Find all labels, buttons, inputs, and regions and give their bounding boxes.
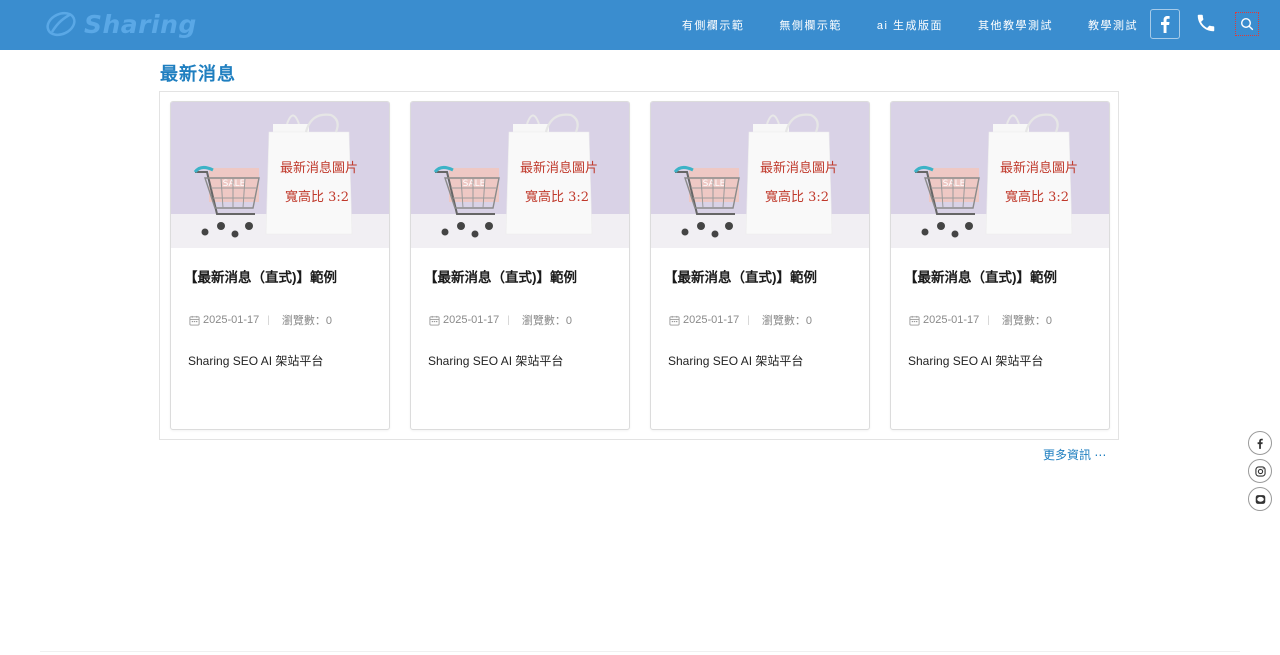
side-facebook-button[interactable] — [1248, 431, 1272, 455]
news-card-image[interactable]: SALE 最新消息圖片 寬高比 3:2 — [411, 102, 629, 248]
top-header: Sharing 有側欄示範 無側欄示範 ai 生成版面 其他教學測試 教學測試 — [0, 0, 1280, 50]
meta-separator: | — [267, 314, 270, 326]
news-card-meta: 2025-01-17 | 瀏覽數：0 — [909, 312, 1052, 328]
image-caption-line2: 寬高比 3:2 — [765, 189, 829, 205]
news-card-views: 瀏覽數：0 — [521, 315, 573, 327]
news-card-meta: 2025-01-17 | 瀏覽數：0 — [429, 312, 572, 328]
image-caption-line2: 寬高比 3:2 — [1005, 189, 1069, 205]
news-card-description: Sharing SEO AI 架站平台 — [908, 354, 1044, 368]
instagram-icon — [1254, 465, 1266, 477]
nav-item-other-tutorials[interactable]: 其他教學測試 — [978, 17, 1053, 33]
news-card-meta: 2025-01-17 | 瀏覽數：0 — [669, 312, 812, 328]
news-card-title[interactable]: 【最新消息（直式)】範例 — [184, 266, 337, 286]
meta-separator: | — [987, 314, 990, 326]
image-caption-line1: 最新消息圖片 — [760, 160, 838, 176]
meta-separator: | — [747, 314, 750, 326]
news-card-description: Sharing SEO AI 架站平台 — [428, 354, 564, 368]
news-card-image[interactable]: SALE 最新消息圖片 寬高比 3:2 — [651, 102, 869, 248]
news-card-views: 瀏覽數：0 — [1001, 315, 1053, 327]
news-card-date: 2025-01-17 — [203, 314, 260, 326]
nav-item-sidebar-demo[interactable]: 有側欄示範 — [682, 17, 745, 33]
facebook-icon — [1161, 16, 1170, 33]
image-caption-line1: 最新消息圖片 — [1000, 160, 1078, 176]
news-card-3[interactable]: SALE 最新消息圖片 寬高比 3:2 【最新消息（直式)】範例 2025-01… — [650, 101, 870, 430]
news-card-4[interactable]: SALE 最新消息圖片 寬高比 3:2 【最新消息（直式)】範例 2025-01… — [890, 101, 1110, 430]
news-card-title[interactable]: 【最新消息（直式)】範例 — [424, 266, 577, 286]
search-button[interactable] — [1235, 12, 1259, 36]
news-card-2[interactable]: SALE 最新消息圖片 寬高比 3:2 【最新消息（直式)】範例 2025-01… — [410, 101, 630, 430]
facebook-icon — [1257, 438, 1263, 449]
calendar-icon — [909, 315, 920, 326]
facebook-button[interactable] — [1150, 9, 1180, 39]
line-icon — [1255, 494, 1265, 504]
side-instagram-button[interactable] — [1248, 459, 1272, 483]
news-card-date: 2025-01-17 — [443, 314, 500, 326]
news-card-1[interactable]: SALE 最新消息圖片 寬高比 3:2 【最新消息（直式)】範例 2025-01… — [170, 101, 390, 430]
logo-text: Sharing — [84, 9, 197, 39]
side-line-button[interactable] — [1248, 487, 1272, 511]
news-card-image[interactable]: SALE 最新消息圖片 寬高比 3:2 — [171, 102, 389, 248]
meta-separator: | — [507, 314, 510, 326]
news-card-image[interactable]: SALE 最新消息圖片 寬高比 3:2 — [891, 102, 1109, 248]
news-card-date: 2025-01-17 — [923, 314, 980, 326]
news-card-description: Sharing SEO AI 架站平台 — [188, 354, 324, 368]
phone-icon — [1197, 14, 1215, 32]
footer-divider — [40, 651, 1240, 652]
search-icon — [1240, 17, 1254, 31]
section-title: 最新消息 — [160, 64, 236, 84]
news-card-description: Sharing SEO AI 架站平台 — [668, 354, 804, 368]
logo-mark-icon — [46, 11, 76, 37]
news-card-meta: 2025-01-17 | 瀏覽數：0 — [189, 312, 332, 328]
nav-item-ai-layout[interactable]: ai 生成版面 — [877, 17, 943, 33]
image-caption-line2: 寬高比 3:2 — [525, 189, 589, 205]
main-nav: 有側欄示範 無側欄示範 ai 生成版面 其他教學測試 教學測試 — [647, 0, 1138, 50]
nav-item-tutorial-test[interactable]: 教學測試 — [1088, 17, 1138, 33]
more-info-link[interactable]: 更多資訊 ⋯ — [1043, 446, 1106, 463]
news-card-title[interactable]: 【最新消息（直式)】範例 — [664, 266, 817, 286]
calendar-icon — [189, 315, 200, 326]
image-caption-line2: 寬高比 3:2 — [285, 189, 349, 205]
phone-button[interactable] — [1195, 12, 1217, 34]
news-card-title[interactable]: 【最新消息（直式)】範例 — [904, 266, 1057, 286]
news-card-views: 瀏覽數：0 — [761, 315, 813, 327]
calendar-icon — [669, 315, 680, 326]
nav-item-no-sidebar-demo[interactable]: 無側欄示範 — [779, 17, 842, 33]
news-card-views: 瀏覽數：0 — [281, 315, 333, 327]
image-caption-line1: 最新消息圖片 — [520, 160, 598, 176]
site-logo[interactable]: Sharing — [44, 8, 197, 40]
news-card-date: 2025-01-17 — [683, 314, 740, 326]
image-caption-line1: 最新消息圖片 — [280, 160, 358, 176]
calendar-icon — [429, 315, 440, 326]
